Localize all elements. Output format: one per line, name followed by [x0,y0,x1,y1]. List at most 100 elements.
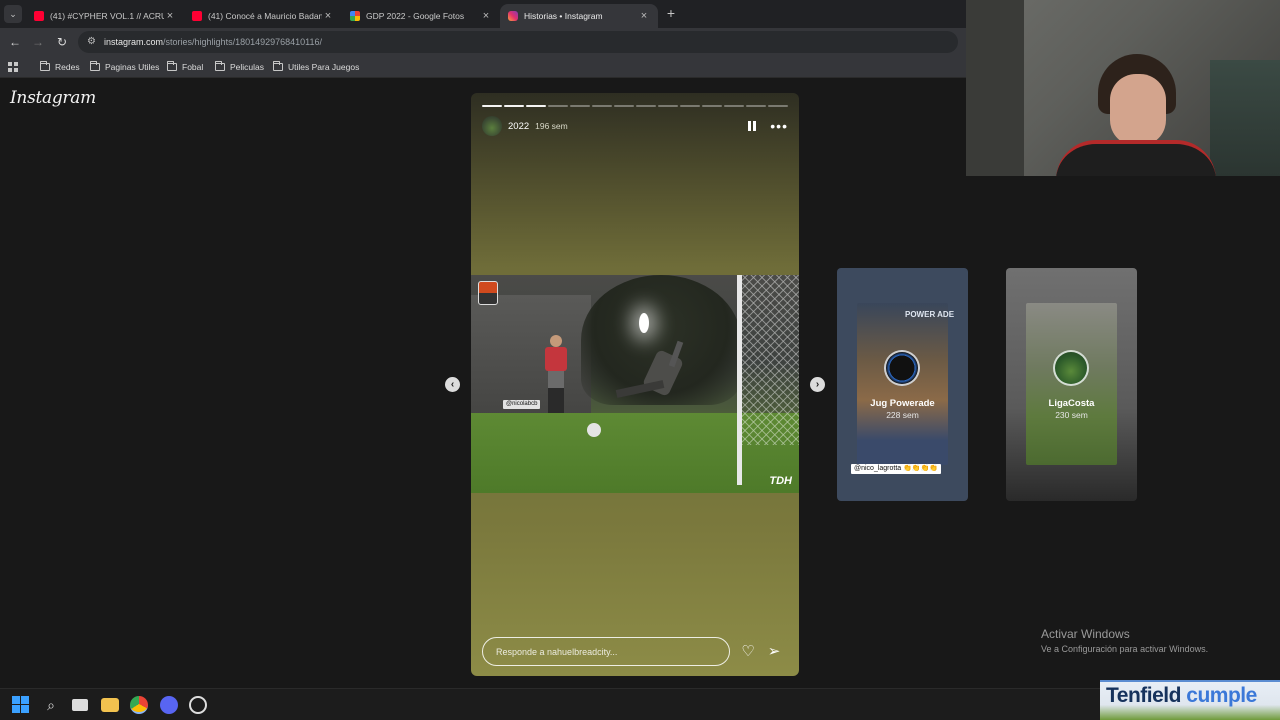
preview-mention-tag: @nico_lagrotta 👏👏👏👏 [851,464,941,474]
youtube-favicon-icon [34,11,44,21]
apps-grid-icon[interactable] [8,62,18,72]
close-tab-icon[interactable]: × [322,10,334,22]
bookmarks-bar: Redes Paginas Utiles Fobal Peliculas Uti… [0,56,966,78]
football-icon [587,423,601,437]
story-progress-segment [768,105,788,107]
more-options-icon[interactable]: ••• [770,119,788,133]
reply-input[interactable] [482,637,730,666]
url-host: instagram.com [104,37,164,47]
preview-avatar [1053,350,1089,386]
story-viewer[interactable]: 2022 196 sem ••• @nicolabcb TDH ♡ ➢ [471,93,799,676]
pause-icon[interactable] [746,120,758,132]
tab-title: (41) #CYPHER VOL.1 // ACRU S... [50,11,164,21]
story-progress-bar [482,105,788,107]
story-avatar[interactable] [482,116,502,136]
tab-title: Historias • Instagram [524,11,603,21]
back-button[interactable]: ← [6,33,24,51]
reload-button[interactable]: ↻ [53,33,71,51]
address-bar[interactable]: ⚙ instagram.com/stories/highlights/18014… [78,31,958,53]
tab-search-menu-button[interactable]: ⌄ [4,5,22,23]
windows-start-icon[interactable] [12,696,30,714]
story-progress-segment [702,105,722,107]
player-figure [541,335,571,420]
activation-title: Activar Windows [1041,627,1130,641]
tab-title: (41) Conocé a Mauricio Badano [208,11,322,21]
close-tab-icon[interactable]: × [164,10,176,22]
bookmark-label: Redes [55,62,80,72]
browser-toolbar: ← → ↻ ⚙ instagram.com/stories/highlights… [0,28,966,56]
preview-name: Jug Powerade [870,398,935,409]
tab-title: GDP 2022 - Google Fotos [366,11,465,21]
photo-watermark: TDH [769,475,792,487]
activation-subtitle: Ve a Configuración para activar Windows. [1041,644,1209,654]
story-timestamp: 196 sem [535,121,568,131]
story-progress-segment [482,105,502,107]
preview-avatar [884,350,920,386]
story-progress-segment [636,105,656,107]
preview-time: 230 sem [1055,410,1088,420]
story-progress-segment [680,105,700,107]
story-progress-segment [724,105,744,107]
bookmark-folder[interactable]: Utiles Para Juegos [273,56,359,78]
browser-tab[interactable]: GDP 2022 - Google Fotos × [342,4,500,28]
bookmark-folder[interactable]: Redes [40,56,80,78]
chrome-icon[interactable] [130,696,148,714]
story-progress-segment [548,105,568,107]
story-progress-segment [592,105,612,107]
bookmark-folder[interactable]: Peliculas [215,56,264,78]
brand-left-text: Tenfield [1106,684,1181,707]
browser-tab[interactable]: (41) Conocé a Mauricio Badano × [184,4,342,28]
instagram-logo[interactable]: Instagram [10,88,96,108]
story-username[interactable]: 2022 [508,121,529,132]
task-view-icon[interactable] [72,699,88,711]
goalkeeper-figure [615,340,701,415]
story-progress-segment [658,105,678,107]
tenfield-logo-overlay: Tenfield cumple [1100,680,1280,720]
instagram-favicon-icon [508,11,518,21]
browser-tab[interactable]: (41) #CYPHER VOL.1 // ACRU S... × [26,4,184,28]
send-icon[interactable]: ➢ [766,644,782,660]
app-icon[interactable] [189,696,207,714]
heart-icon[interactable]: ♡ [740,644,756,660]
discord-icon[interactable] [160,696,178,714]
windows-activation-notice: Activar Windows Ve a Configuración para … [1041,627,1208,654]
close-tab-icon[interactable]: × [480,10,492,22]
story-preview-card[interactable]: LigaCosta 230 sem [1006,268,1137,501]
brand-right-text: cumple [1186,684,1257,707]
preview-time: 228 sem [886,410,919,420]
next-story-button[interactable]: › [810,377,825,392]
folder-icon [167,61,177,71]
bookmark-folder[interactable]: Paginas Utiles [90,56,159,78]
youtube-favicon-icon [192,11,202,21]
bookmark-label: Fobal [182,62,204,72]
photo-mention-tag[interactable]: @nicolabcb [503,400,541,409]
story-preview-card[interactable]: Jug Powerade 228 sem POWER ADE @nico_lag… [837,268,968,501]
folder-icon [90,61,100,71]
bookmark-label: Utiles Para Juegos [288,62,360,72]
search-icon[interactable]: ⌕ [42,696,60,714]
close-tab-icon[interactable]: × [638,10,650,22]
bookmark-label: Paginas Utiles [105,62,160,72]
story-progress-segment [526,105,546,107]
story-progress-segment [614,105,634,107]
browser-tab-active[interactable]: Historias • Instagram × [500,4,658,28]
story-header: 2022 196 sem ••• [482,115,788,137]
url-text: instagram.com/stories/highlights/1801492… [104,31,322,53]
folder-icon [273,61,283,71]
file-explorer-icon[interactable] [101,698,119,712]
previous-story-button[interactable]: ‹ [445,377,460,392]
preview-name: LigaCosta [1048,398,1095,409]
webcam-overlay [966,0,1280,176]
club-badge-icon [478,281,498,305]
story-progress-segment [746,105,766,107]
forward-button[interactable]: → [29,33,47,51]
url-path: /stories/highlights/18014929768410116/ [163,37,322,47]
windows-taskbar: ⌕ [0,688,1280,720]
preview-brand-text: POWER ADE [905,310,955,319]
new-tab-button[interactable]: + [664,6,678,20]
story-progress-segment [504,105,524,107]
folder-icon [40,61,50,71]
site-info-icon[interactable]: ⚙ [87,35,99,49]
bookmark-label: Peliculas [230,62,265,72]
bookmark-folder[interactable]: Fobal [167,56,203,78]
